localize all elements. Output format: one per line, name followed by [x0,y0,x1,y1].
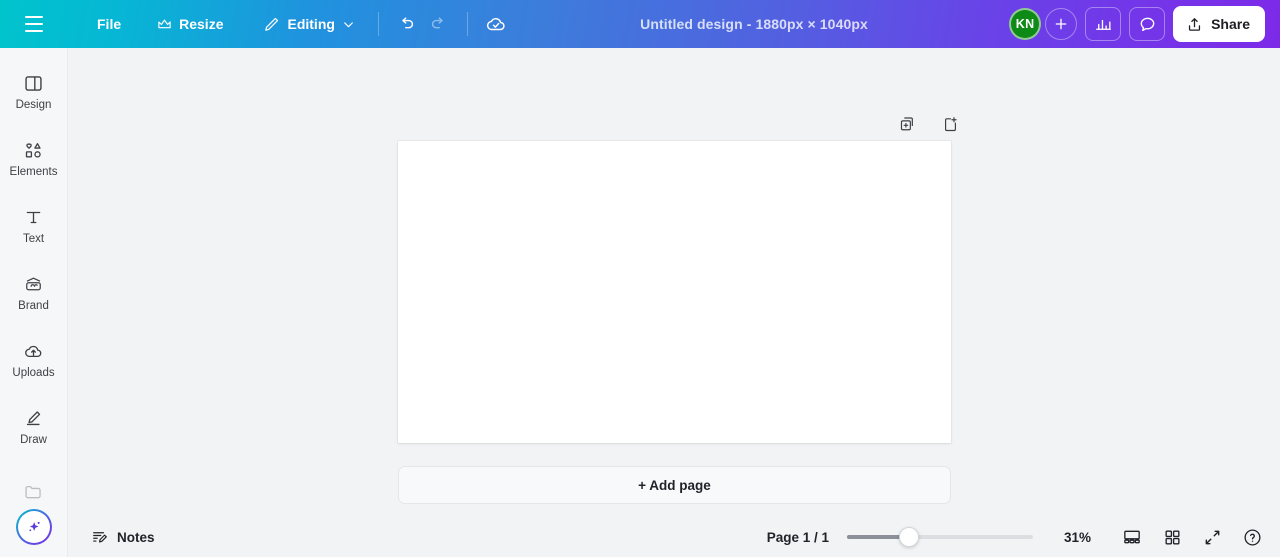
brand-kit-icon [23,274,44,295]
toolbar-left-group: File Resize Editing [0,0,512,48]
grid-view-icon [1163,528,1182,547]
crown-icon [157,17,172,32]
notes-button[interactable]: Notes [82,522,164,552]
top-toolbar: File Resize Editing Untitled design - 18… [0,0,1280,48]
canva-editor: File Resize Editing Untitled design - 18… [0,0,1280,557]
redo-icon [429,15,448,34]
notes-pencil-icon [91,528,109,546]
magic-studio-button[interactable] [16,509,52,545]
bottom-right-group: Page 1 / 1 31% [767,522,1280,552]
chevron-down-icon [342,18,355,31]
add-page-label: + Add page [638,477,711,493]
fullscreen-button[interactable] [1197,522,1227,552]
view-mode-icons [1117,522,1267,552]
share-label: Share [1211,16,1250,32]
toolbar-right-group: KN Share [1009,6,1280,42]
sidebar-item-uploads[interactable]: Uploads [2,330,66,390]
design-canvas[interactable] [398,141,951,443]
upload-icon [1186,16,1203,33]
zoom-slider-handle[interactable] [899,527,919,547]
help-question-icon [1242,527,1263,548]
save-status-button[interactable] [480,8,512,40]
undo-button[interactable] [391,8,423,40]
magic-sparkle-icon [24,517,44,537]
comments-button[interactable] [1129,7,1166,41]
sidebar-item-draw[interactable]: Draw [2,397,66,457]
text-t-icon [23,207,44,228]
cloud-check-icon [485,13,507,35]
insights-button[interactable] [1085,7,1122,41]
fullscreen-expand-icon [1203,528,1222,547]
resize-label: Resize [179,16,224,32]
duplicate-page-button[interactable] [893,110,921,138]
sidebar-item-text[interactable]: Text [2,196,66,256]
sidebar-item-label: Uploads [12,366,55,379]
add-page-icon [941,115,960,134]
duplicate-page-icon [898,115,917,134]
add-page-button[interactable]: + Add page [398,466,951,504]
add-collaborator-button[interactable] [1045,8,1078,40]
bar-chart-icon [1094,15,1113,34]
undo-icon [397,15,416,34]
avatar-initials: KN [1015,17,1035,31]
share-button[interactable]: Share [1173,6,1265,42]
folder-projects-icon [23,481,44,502]
canvas-workspace: + Add page [68,48,1280,557]
sidebar-item-label: Brand [18,299,49,312]
cloud-upload-icon [23,341,44,362]
hamburger-icon[interactable] [17,7,51,41]
redo-button[interactable] [423,8,455,40]
design-title-text: Untitled design - 1880px × 1040px [640,16,868,32]
toolbar-divider-2 [466,12,468,36]
sidebar-item-brand[interactable]: Brand [2,263,66,323]
sidebar-item-elements[interactable]: Elements [2,129,66,189]
notes-label: Notes [117,529,155,545]
sidebar-item-label: Design [15,98,52,111]
help-button[interactable] [1237,522,1267,552]
design-panel-icon [23,73,44,94]
draw-pencil-icon [23,408,44,429]
presenter-view-button[interactable] [1117,522,1147,552]
file-menu-label: File [97,16,122,32]
grid-view-button[interactable] [1157,522,1187,552]
shapes-icon [23,140,44,161]
sidebar-item-label: Elements [9,165,58,178]
sidebar-item-label: Draw [20,433,47,446]
sidebar-item-design[interactable]: Design [2,62,66,122]
left-sidebar: Design Elements Text Brand Uploads Draw [0,48,68,557]
comment-bubble-icon [1138,15,1157,34]
avatar[interactable]: KN [1009,8,1042,40]
file-menu-button[interactable]: File [86,8,132,40]
zoom-level-label: 31% [1063,529,1091,545]
resize-button[interactable]: Resize [146,8,234,40]
page-count-label: Page 1 / 1 [766,529,829,545]
bottom-toolbar: Notes Page 1 / 1 31% [68,517,1280,557]
toolbar-divider-1 [377,12,379,36]
sidebar-item-label: Text [22,232,45,245]
zoom-slider[interactable] [847,527,1033,547]
presenter-view-icon [1122,527,1142,547]
page-tools [893,110,964,138]
plus-icon [1053,16,1069,32]
pencil-icon [263,16,280,33]
add-page-button-top[interactable] [936,110,964,138]
editing-mode-button[interactable]: Editing [252,8,365,40]
editing-label: Editing [287,16,335,32]
